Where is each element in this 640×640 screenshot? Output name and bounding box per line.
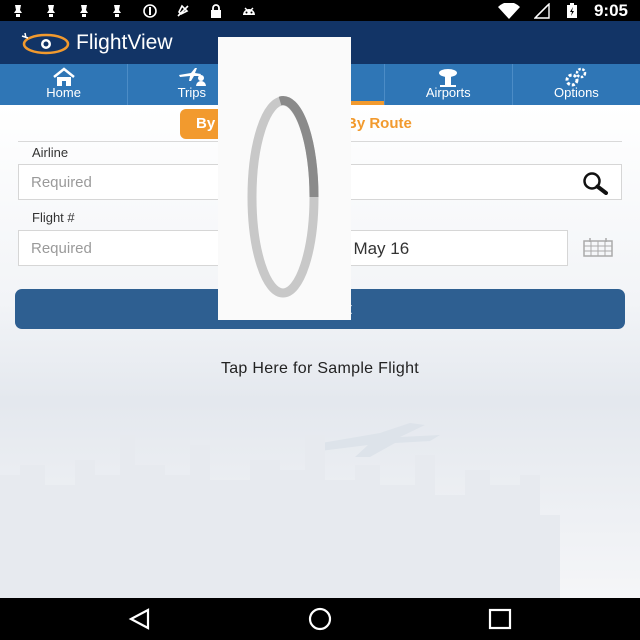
lock-icon bbox=[211, 3, 221, 18]
wifi-icon bbox=[497, 2, 520, 19]
signal-icon bbox=[533, 2, 550, 19]
android-icon bbox=[243, 7, 255, 15]
back-icon[interactable] bbox=[126, 607, 154, 631]
home-icon bbox=[52, 67, 75, 86]
trips-icon bbox=[178, 68, 206, 86]
notification-icon bbox=[113, 4, 121, 17]
flight-number-input[interactable] bbox=[19, 231, 219, 265]
notification-icon bbox=[14, 4, 22, 17]
tab-airports[interactable]: Airports bbox=[385, 64, 513, 105]
tab-options[interactable]: Options bbox=[513, 64, 640, 105]
clock: 9:05 bbox=[593, 0, 628, 20]
flightview-logo-icon bbox=[21, 32, 70, 55]
calendar-icon[interactable] bbox=[583, 237, 613, 257]
city-skyline-background bbox=[0, 423, 560, 598]
airport-icon bbox=[439, 69, 458, 87]
home-circle-icon[interactable] bbox=[306, 607, 334, 631]
airline-label: Airline bbox=[32, 145, 69, 160]
loading-spinner-icon bbox=[247, 96, 319, 298]
app-title: FlightView bbox=[76, 31, 173, 54]
search-by-route-label: By Route bbox=[346, 115, 412, 132]
location-off-icon bbox=[177, 4, 189, 17]
data-saver-icon bbox=[143, 3, 157, 18]
notification-icon bbox=[47, 4, 55, 17]
tab-airports-label: Airports bbox=[425, 85, 471, 100]
tab-home-label: Home bbox=[46, 85, 81, 100]
tab-home[interactable]: Home bbox=[0, 64, 129, 105]
gears-icon bbox=[565, 67, 587, 87]
flight-number-label: Flight # bbox=[32, 210, 75, 225]
search-icon[interactable] bbox=[581, 171, 609, 195]
loading-spinner-panel bbox=[218, 37, 351, 320]
date-value[interactable]: , May 16 bbox=[344, 239, 409, 259]
battery-charging-icon bbox=[566, 2, 577, 18]
status-bar: 9:05 bbox=[0, 0, 640, 21]
search-by-flight-label: By bbox=[196, 115, 216, 132]
tab-options-label: Options bbox=[554, 85, 599, 100]
recents-icon[interactable] bbox=[486, 607, 514, 631]
system-navigation-bar bbox=[0, 598, 640, 640]
notification-icon bbox=[80, 4, 88, 17]
sample-flight-link[interactable]: Tap Here for Sample Flight bbox=[0, 360, 640, 378]
